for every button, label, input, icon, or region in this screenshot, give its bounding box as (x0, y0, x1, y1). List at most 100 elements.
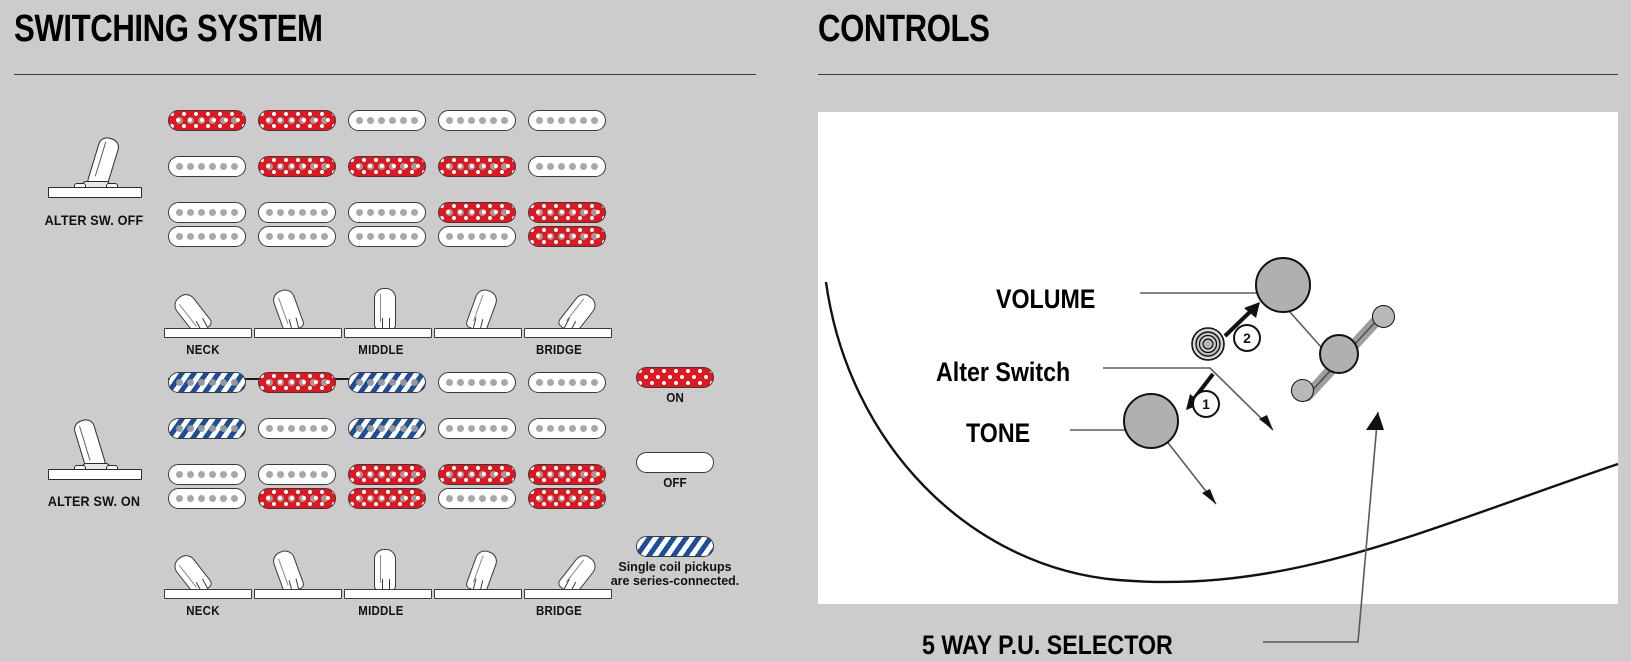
pole-pieces (529, 157, 605, 176)
selector-switch-hub[interactable] (1319, 334, 1359, 374)
pickup-humbucker (438, 464, 516, 509)
pole-pieces (169, 373, 245, 392)
selector-plate (344, 589, 432, 599)
pole-pieces (259, 373, 335, 392)
position-label-neck-off: NECK (186, 342, 220, 357)
pickup-single-coil (528, 372, 606, 393)
pole-pieces (529, 227, 605, 246)
selector-plate (164, 328, 252, 338)
alter-switch-off-icon (42, 135, 146, 208)
pole-pieces (169, 465, 245, 484)
controls-diagram: VOLUME Alter Switch TONE 5 WAY P.U. SELE… (818, 112, 1619, 660)
pole-pieces (349, 465, 425, 484)
pole-pieces (169, 227, 245, 246)
legend-pickup-off (636, 452, 714, 473)
control-label-alter-switch: Alter Switch (936, 357, 1071, 387)
pickup-humbucker (528, 202, 606, 247)
pole-pieces (439, 373, 515, 392)
pickup-single-coil (348, 418, 426, 439)
pole-pieces (169, 111, 245, 130)
pole-pieces (349, 373, 425, 392)
pole-pieces (439, 203, 515, 222)
position-label-bridge-on: BRIDGE (535, 603, 583, 618)
five-way-selector-position-5 (524, 278, 612, 338)
pole-pieces (529, 111, 605, 130)
title-divider-switching (14, 74, 756, 75)
pole-pieces (259, 465, 335, 484)
pickup-coil-bottom (168, 226, 246, 247)
pole-pieces (349, 203, 425, 222)
pickup-coil-top (348, 202, 426, 223)
pickup-humbucker (348, 464, 426, 509)
alter-switch-off-label: ALTER SW. OFF (44, 212, 144, 228)
switching-system-panel: SWITCHING SYSTEM ALTER SW. OFF NECK MIDD… (0, 0, 800, 649)
selector-plate (254, 328, 342, 338)
pickup-coil-bottom (438, 488, 516, 509)
pickup-single-coil (528, 418, 606, 439)
pole-pieces (349, 157, 425, 176)
pickup-coil-top (348, 464, 426, 485)
switching-diagram: ALTER SW. OFF NECK MIDDLE BRIDGE ALTER S… (0, 90, 800, 635)
five-way-selector-position-1 (164, 539, 252, 599)
pole-pieces (169, 157, 245, 176)
legend-pickup-series (636, 536, 714, 557)
pole-pieces (439, 489, 515, 508)
page-title-switching: SWITCHING SYSTEM (14, 8, 323, 50)
pole-pieces (439, 111, 515, 130)
pole-pieces (529, 203, 605, 222)
legend-off-label: OFF (663, 475, 687, 490)
controls-panel: CONTROLS VOLUME Alter Switch TONE 5 WAY … (816, 0, 1631, 660)
selector-plate (434, 328, 522, 338)
five-way-selector-position-1 (164, 278, 252, 338)
page-title-controls: CONTROLS (818, 8, 990, 50)
tone-knob[interactable] (1123, 393, 1179, 449)
pole-pieces (259, 157, 335, 176)
alter-switch-mini-knob[interactable] (1191, 327, 1225, 361)
pickup-coil-top (438, 464, 516, 485)
alter-switch-on-icon (42, 417, 146, 490)
pole-pieces (259, 111, 335, 130)
pole-pieces (349, 489, 425, 508)
pickup-coil-top (168, 202, 246, 223)
selector-plate (164, 589, 252, 599)
pickup-coil-bottom (168, 488, 246, 509)
position-label-neck-on: NECK (186, 603, 220, 618)
selector-knob (270, 547, 306, 595)
control-label-tone: TONE (966, 418, 1031, 448)
five-way-selector-position-3 (344, 539, 432, 599)
pickup-coil-top (528, 464, 606, 485)
pole-pieces (349, 419, 425, 438)
pickup-humbucker (438, 202, 516, 247)
pickup-single-coil (258, 156, 336, 177)
pickup-coil-top (168, 464, 246, 485)
pole-pieces (439, 419, 515, 438)
five-way-selector-position-4 (434, 539, 522, 599)
pickup-single-coil (258, 418, 336, 439)
title-divider-controls (818, 74, 1618, 75)
pickup-coil-bottom (438, 226, 516, 247)
legend-on-label: ON (666, 390, 684, 405)
selector-screw-upper (1372, 305, 1395, 328)
pole-pieces (259, 419, 335, 438)
five-way-selector-position-2 (254, 539, 342, 599)
pole-pieces (439, 227, 515, 246)
pole-pieces (529, 373, 605, 392)
pickup-coil-top (258, 464, 336, 485)
pole-pieces (439, 157, 515, 176)
pickup-humbucker (528, 464, 606, 509)
pickup-single-coil (168, 372, 246, 393)
pickup-single-coil (348, 156, 426, 177)
pickup-single-coil (168, 156, 246, 177)
pickup-single-coil (348, 110, 426, 131)
pole-pieces (259, 203, 335, 222)
pole-pieces (259, 489, 335, 508)
volume-knob[interactable] (1255, 257, 1311, 313)
pole-pieces (169, 203, 245, 222)
pickup-single-coil (258, 372, 336, 393)
pickup-humbucker (168, 202, 246, 247)
pickup-coil-bottom (528, 488, 606, 509)
five-way-selector-position-4 (434, 278, 522, 338)
pole-pieces (349, 111, 425, 130)
legend-pickup-on (636, 367, 714, 388)
legend-series-note: Single coil pickups are series-connected… (595, 560, 755, 588)
